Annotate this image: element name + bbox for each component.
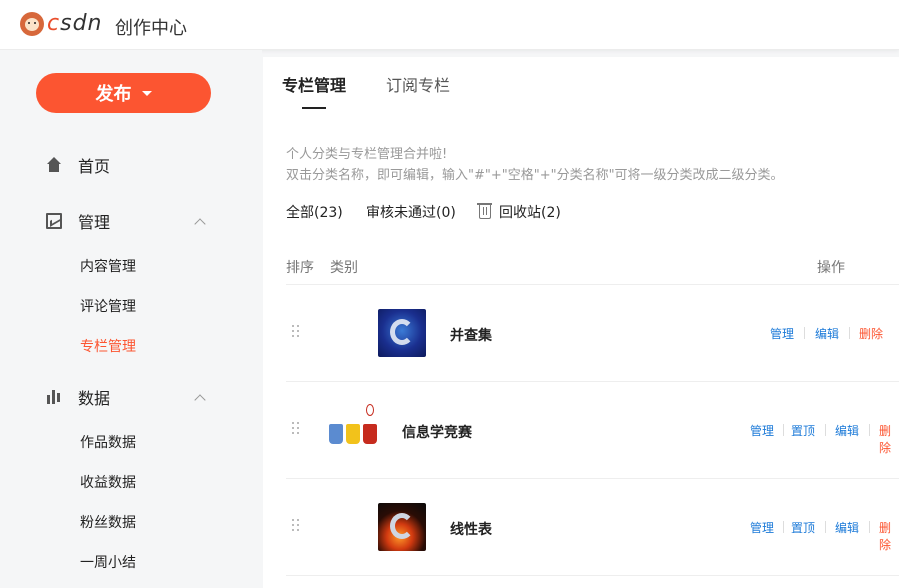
sidebar-item-label: 数据 [78,389,111,408]
edit-link[interactable]: 编辑 [835,422,859,439]
string-icon [366,404,374,416]
column-thumbnail [378,309,426,357]
chevron-up-icon[interactable] [194,394,206,406]
sidebar-item-income-data[interactable]: 收益数据 [80,472,136,492]
action-separator [825,521,826,533]
c-logo-icon [390,513,414,539]
notice-line-2: 双击分类名称，即可编辑，输入"#"+"空格"+"分类名称"可将一级分类改成二级分… [286,168,784,183]
column-header-category: 类别 [330,260,358,276]
drag-handle-icon[interactable] [292,422,300,438]
sidebar-item-column-manage[interactable]: 专栏管理 [80,336,136,356]
sidebar-item-label: 首页 [78,157,111,176]
column-header-order: 排序 [286,260,314,276]
filter-all[interactable]: 全部(23) [286,202,343,222]
column-thumbnail [378,503,426,551]
manage-link[interactable]: 管理 [750,422,774,439]
sidebar-item-content-manage[interactable]: 内容管理 [80,256,136,276]
action-separator [869,424,870,436]
delete-link[interactable]: 删除 [859,325,883,342]
manage-link[interactable]: 管理 [770,325,794,342]
action-separator [804,327,805,339]
table-row: 信息学竞赛 管理 置顶 编辑 删除 [263,382,899,478]
home-icon [46,157,62,173]
tag-icon [329,424,343,444]
logo-text: csdn [47,11,103,36]
filter-recycle-bin[interactable]: 回收站(2) [477,202,561,222]
pin-top-link[interactable]: 置顶 [791,422,815,439]
column-name[interactable]: 线性表 [450,519,492,539]
csdn-logo[interactable]: csdn [20,11,102,36]
sidebar-item-home[interactable]: 首页 [46,153,110,177]
caret-down-icon [141,90,152,96]
action-separator [783,424,784,436]
row-divider [286,575,899,576]
sidebar: 发布 首页 管理 内容管理 评论管理 专栏管理 数据 作品数据 收益数据 粉丝数… [0,50,262,588]
publish-button[interactable]: 发布 [36,73,211,113]
manage-link[interactable]: 管理 [750,519,774,536]
tab-column-manage[interactable]: 专栏管理 [282,72,346,96]
edit-link[interactable]: 编辑 [815,325,839,342]
sidebar-item-comment-manage[interactable]: 评论管理 [80,296,136,316]
filter-rejected[interactable]: 审核未通过(0) [366,202,456,222]
table-row: 并查集 管理 编辑 删除 [263,285,899,381]
sidebar-item-works-data[interactable]: 作品数据 [80,432,136,452]
chart-trend-icon [46,213,62,229]
c-logo-icon [390,319,414,345]
app-title: 创作中心 [115,18,187,39]
publish-button-label: 发布 [95,84,132,105]
action-separator [869,521,870,533]
delete-link[interactable]: 删除 [879,422,899,456]
column-header-actions: 操作 [817,260,845,276]
action-separator [849,327,850,339]
action-separator [783,521,784,533]
main-panel: 专栏管理 订阅专栏 个人分类与专栏管理合并啦! 双击分类名称，即可编辑，输入"#… [263,57,899,588]
action-separator [825,424,826,436]
monkey-logo-icon [20,11,44,36]
tag-icon [346,424,360,444]
sidebar-item-weekly-summary[interactable]: 一周小结 [80,552,136,572]
tag-icon [363,424,377,444]
delete-link[interactable]: 删除 [879,519,899,553]
top-bar: csdn 创作中心 [0,0,899,50]
filter-recycle-label: 回收站(2) [499,205,561,221]
column-name[interactable]: 信息学竞赛 [402,422,472,442]
tab-subscribed-columns[interactable]: 订阅专栏 [386,72,450,96]
pin-top-link[interactable]: 置顶 [791,519,815,536]
notice-line-1: 个人分类与专栏管理合并啦! [286,147,448,162]
active-tab-indicator [302,107,326,109]
edit-link[interactable]: 编辑 [835,519,859,536]
column-thumbnail [329,404,381,454]
sidebar-item-data[interactable]: 数据 [46,385,110,409]
bar-chart-icon [46,389,62,405]
column-name[interactable]: 并查集 [450,325,492,345]
chevron-up-icon[interactable] [194,218,206,230]
sidebar-item-manage[interactable]: 管理 [46,209,110,233]
drag-handle-icon[interactable] [292,325,300,341]
table-row: 线性表 管理 置顶 编辑 删除 [263,479,899,575]
drag-handle-icon[interactable] [292,519,300,535]
trash-icon [477,203,492,219]
sidebar-item-fans-data[interactable]: 粉丝数据 [80,512,136,532]
sidebar-item-label: 管理 [78,213,111,232]
